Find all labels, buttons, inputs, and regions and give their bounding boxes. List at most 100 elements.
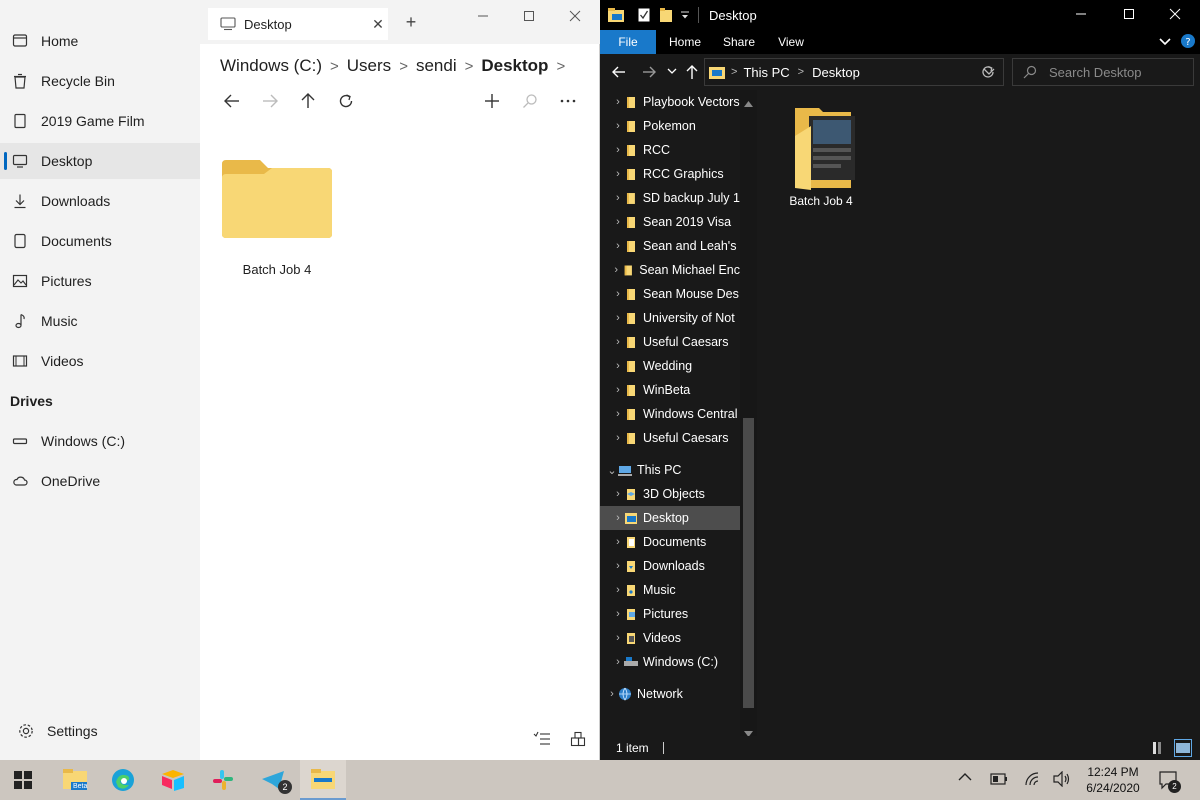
expand-ribbon-icon[interactable] — [1158, 34, 1172, 48]
customize-toolbar-icon[interactable] — [680, 10, 690, 20]
nav-item-recycle-bin[interactable]: Recycle Bin — [0, 63, 200, 99]
volume-icon[interactable] — [1053, 771, 1071, 787]
address-crumb[interactable]: This PC — [743, 65, 789, 80]
tree-item[interactable]: › Documents — [600, 530, 740, 554]
address-crumb[interactable]: Desktop — [812, 65, 860, 80]
nav-item-settings[interactable]: Settings — [0, 713, 200, 749]
new-tab-button[interactable]: + — [396, 12, 426, 32]
tree-item[interactable]: › Pictures — [600, 602, 740, 626]
up-button[interactable] — [296, 90, 320, 112]
scrollbar-thumb[interactable] — [743, 418, 754, 708]
nav-item-desktop[interactable]: Desktop — [0, 143, 200, 179]
nav-item-home[interactable]: Home — [0, 23, 200, 59]
tree-item[interactable]: › RCC — [600, 138, 740, 162]
recent-locations-icon[interactable] — [667, 67, 677, 75]
chevron-right-icon[interactable]: › — [612, 560, 624, 572]
taskbar-telegram[interactable]: 2 — [250, 760, 296, 800]
chevron-right-icon[interactable]: › — [612, 144, 624, 156]
wifi-icon[interactable] — [1024, 771, 1040, 787]
breadcrumb-item[interactable]: Windows (C:) — [220, 56, 322, 76]
action-center-icon[interactable]: 2 — [1158, 770, 1178, 790]
chevron-right-icon[interactable]: › — [612, 240, 624, 252]
close-button[interactable] — [560, 6, 590, 26]
up-button[interactable] — [686, 64, 698, 80]
taskbar-slack[interactable] — [200, 760, 246, 800]
folder-item-batch-job-4[interactable] — [793, 106, 857, 195]
address-bar[interactable]: > This PC > Desktop — [704, 58, 1004, 86]
tree-item[interactable]: › WinBeta — [600, 378, 740, 402]
tree-item[interactable]: › Useful Caesars — [600, 426, 740, 450]
breadcrumb-current[interactable]: Desktop — [481, 56, 548, 76]
nav-item-windows-c[interactable]: Windows (C:) — [0, 423, 200, 459]
minimize-button[interactable] — [1066, 4, 1096, 24]
chevron-right-icon[interactable]: › — [612, 216, 624, 228]
close-button[interactable] — [1160, 4, 1190, 24]
chevron-right-icon[interactable]: › — [606, 688, 618, 700]
breadcrumb-item[interactable]: sendi — [416, 56, 457, 76]
chevron-right-icon[interactable]: › — [612, 408, 624, 420]
tree-item[interactable]: › Wedding — [600, 354, 740, 378]
tree-item[interactable]: › 3D Objects — [600, 482, 740, 506]
details-view-icon[interactable] — [530, 728, 554, 750]
nav-item-documents[interactable]: Documents — [0, 223, 200, 259]
tree-item[interactable]: › Playbook Vectors — [600, 90, 740, 114]
ribbon-tab-share[interactable]: Share — [716, 30, 762, 54]
tree-item-this-pc[interactable]: ⌄ This PC — [600, 458, 740, 482]
ribbon-tab-home[interactable]: Home — [662, 30, 708, 54]
nav-item-downloads[interactable]: Downloads — [0, 183, 200, 219]
new-folder-icon[interactable] — [660, 8, 672, 22]
new-item-button[interactable] — [480, 90, 504, 112]
nav-item-pictures[interactable]: Pictures — [0, 263, 200, 299]
start-button[interactable] — [0, 760, 46, 800]
help-icon[interactable]: ? — [1180, 33, 1196, 49]
chevron-right-icon[interactable]: › — [612, 608, 624, 620]
ribbon-tab-file[interactable]: File — [600, 30, 656, 54]
chevron-right-icon[interactable]: › — [612, 288, 624, 300]
ribbon-tab-view[interactable]: View — [768, 30, 814, 54]
scroll-up-icon[interactable] — [744, 94, 753, 112]
nav-item-music[interactable]: Music — [0, 303, 200, 339]
chevron-right-icon[interactable]: › — [612, 120, 624, 132]
tree-item[interactable]: › Sean and Leah's — [600, 234, 740, 258]
tree-scrollbar[interactable] — [740, 90, 757, 736]
maximize-button[interactable] — [514, 6, 544, 26]
large-icons-view-icon[interactable] — [1174, 739, 1192, 757]
folder-label[interactable]: Batch Job 4 — [783, 194, 859, 208]
more-options-icon[interactable] — [556, 90, 580, 112]
folder-label[interactable]: Batch Job 4 — [222, 262, 332, 277]
folder-item-batch-job-4[interactable] — [222, 160, 332, 243]
tree-item[interactable]: › Useful Caesars — [600, 330, 740, 354]
tree-item[interactable]: › Music — [600, 578, 740, 602]
tree-item[interactable]: › Sean Mouse Des — [600, 282, 740, 306]
chevron-right-icon[interactable]: › — [612, 360, 624, 372]
forward-button[interactable] — [258, 90, 282, 112]
tab-desktop[interactable]: Desktop ✕ — [208, 8, 388, 40]
tree-item[interactable]: › University of Not — [600, 306, 740, 330]
taskbar-files-beta[interactable]: Beta — [52, 760, 98, 800]
chevron-right-icon[interactable]: › — [611, 264, 622, 276]
chevron-right-icon[interactable]: › — [612, 512, 624, 524]
taskbar-edge[interactable] — [100, 760, 146, 800]
tree-item[interactable]: › Windows Central — [600, 402, 740, 426]
chevron-right-icon[interactable]: › — [612, 432, 624, 444]
battery-icon[interactable] — [990, 773, 1008, 785]
tab-close-button[interactable]: ✕ — [368, 16, 388, 33]
tree-item[interactable]: › Sean Michael Enc — [600, 258, 740, 282]
chevron-right-icon[interactable]: › — [612, 584, 624, 596]
forward-button[interactable] — [642, 65, 656, 79]
properties-icon[interactable] — [638, 8, 650, 22]
minimize-button[interactable] — [468, 6, 498, 26]
tree-item[interactable]: › Videos — [600, 626, 740, 650]
chevron-right-icon[interactable]: › — [612, 312, 624, 324]
refresh-button[interactable] — [980, 64, 996, 80]
chevron-right-icon[interactable]: › — [612, 168, 624, 180]
taskbar-file-explorer[interactable] — [300, 760, 346, 800]
layout-view-icon[interactable] — [566, 728, 590, 750]
tree-item[interactable]: › Sean 2019 Visa — [600, 210, 740, 234]
breadcrumb-item[interactable]: Users — [347, 56, 391, 76]
nav-item-onedrive[interactable]: OneDrive — [0, 463, 200, 499]
taskbar-airtable[interactable] — [150, 760, 196, 800]
back-button[interactable] — [612, 65, 626, 79]
chevron-right-icon[interactable]: › — [612, 384, 624, 396]
chevron-right-icon[interactable]: › — [612, 96, 624, 108]
